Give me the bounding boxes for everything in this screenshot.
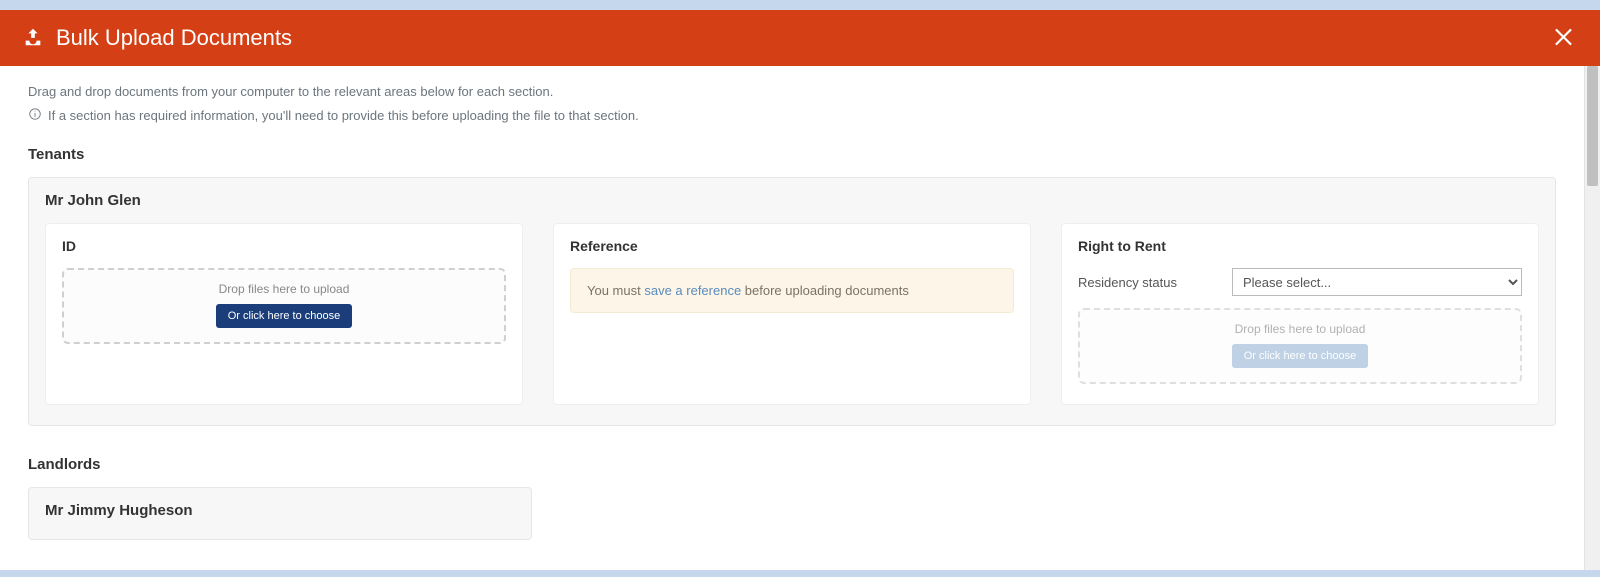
- save-reference-link[interactable]: save a reference: [644, 283, 741, 298]
- landlord-name: Mr Jimmy Hugheson: [45, 502, 515, 519]
- card-reference-title: Reference: [570, 238, 1014, 254]
- upload-icon: [22, 26, 44, 51]
- info-icon: [28, 107, 42, 124]
- modal-body: Drag and drop documents from your comput…: [0, 66, 1584, 570]
- dropzone-rtr: Drop files here to upload Or click here …: [1078, 308, 1522, 384]
- tenant-cards: ID Drop files here to upload Or click he…: [45, 223, 1539, 405]
- section-title-tenants: Tenants: [28, 146, 1556, 163]
- dropzone-rtr-text: Drop files here to upload: [1090, 322, 1510, 336]
- modal-header-left: Bulk Upload Documents: [22, 25, 292, 51]
- choose-file-button-id[interactable]: Or click here to choose: [216, 304, 353, 328]
- reference-alert: You must save a reference before uploadi…: [570, 268, 1014, 313]
- tenant-group: Mr John Glen ID Drop files here to uploa…: [28, 177, 1556, 426]
- intro-line-2-text: If a section has required information, y…: [48, 108, 639, 123]
- dropzone-id[interactable]: Drop files here to upload Or click here …: [62, 268, 506, 344]
- intro-line-1: Drag and drop documents from your comput…: [28, 84, 1556, 99]
- vertical-scrollbar[interactable]: [1584, 66, 1600, 570]
- card-reference: Reference You must save a reference befo…: [553, 223, 1031, 405]
- section-title-landlords: Landlords: [28, 456, 1556, 473]
- dropzone-id-text: Drop files here to upload: [74, 282, 494, 296]
- card-right-to-rent: Right to Rent Residency status Please se…: [1061, 223, 1539, 405]
- residency-status-select[interactable]: Please select...: [1232, 268, 1522, 296]
- card-id-title: ID: [62, 238, 506, 254]
- bulk-upload-modal: Bulk Upload Documents Drag and drop docu…: [0, 10, 1600, 570]
- tenant-name: Mr John Glen: [45, 192, 1539, 209]
- residency-status-row: Residency status Please select...: [1078, 268, 1522, 296]
- intro-line-2: If a section has required information, y…: [28, 107, 1556, 124]
- card-id: ID Drop files here to upload Or click he…: [45, 223, 523, 405]
- reference-alert-prefix: You must: [587, 283, 644, 298]
- residency-status-label: Residency status: [1078, 275, 1218, 290]
- choose-file-button-rtr: Or click here to choose: [1232, 344, 1369, 368]
- modal-header: Bulk Upload Documents: [0, 10, 1600, 66]
- modal-body-wrap: Drag and drop documents from your comput…: [0, 66, 1600, 570]
- app-root: Bulk Upload Documents Drag and drop docu…: [0, 0, 1600, 570]
- modal-title: Bulk Upload Documents: [56, 25, 292, 51]
- close-icon[interactable]: [1552, 24, 1578, 53]
- card-rtr-title: Right to Rent: [1078, 238, 1522, 254]
- landlord-group: Mr Jimmy Hugheson: [28, 487, 532, 540]
- scrollbar-thumb[interactable]: [1587, 66, 1598, 186]
- reference-alert-suffix: before uploading documents: [741, 283, 909, 298]
